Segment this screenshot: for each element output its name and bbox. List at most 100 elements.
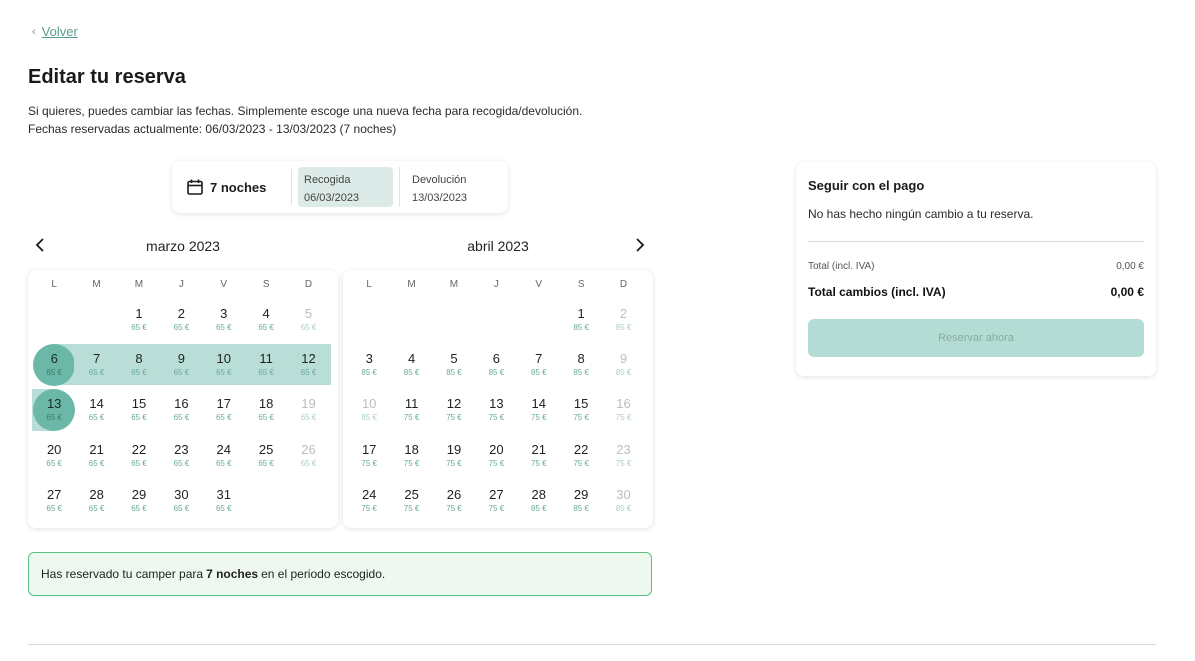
day-cell[interactable]: 18 75 € bbox=[390, 433, 432, 478]
day-price: 85 € bbox=[530, 503, 547, 513]
day-price: 85 € bbox=[488, 368, 505, 378]
day-number: 2 bbox=[177, 306, 185, 321]
total-value: 0,00 € bbox=[1110, 285, 1144, 299]
day-cell[interactable]: 17 75 € bbox=[348, 433, 390, 478]
day-cell[interactable]: 20 65 € bbox=[33, 433, 75, 478]
unavailable-day-cell: 9 85 € bbox=[602, 342, 644, 387]
day-price: 75 € bbox=[446, 413, 462, 423]
day-price: 65 € bbox=[46, 458, 62, 468]
day-cell[interactable]: 8 65 € bbox=[116, 342, 162, 387]
day-cell[interactable]: 4 65 € bbox=[245, 297, 287, 342]
day-cell[interactable]: 21 75 € bbox=[518, 433, 560, 478]
day-cell[interactable]: 11 65 € bbox=[243, 342, 289, 387]
day-cell[interactable]: 7 65 € bbox=[74, 342, 120, 387]
day-cell[interactable]: 12 75 € bbox=[433, 387, 475, 432]
day-number: 17 bbox=[361, 441, 377, 457]
day-cell[interactable]: 5 85 € bbox=[433, 342, 475, 387]
weekday: M bbox=[449, 279, 459, 290]
day-cell[interactable]: 30 65 € bbox=[160, 478, 202, 523]
back-link[interactable]: ‹ Volver bbox=[32, 24, 78, 39]
weekday: M bbox=[407, 279, 416, 290]
day-number: 29 bbox=[131, 486, 147, 502]
day-number: 15 bbox=[131, 396, 147, 412]
day-cell[interactable]: 25 75 € bbox=[390, 478, 432, 523]
book-now-button[interactable]: Reservar ahora bbox=[808, 319, 1144, 357]
day-number: 12 bbox=[446, 396, 462, 412]
day-cell[interactable]: 26 75 € bbox=[433, 478, 475, 523]
day-price: 65 € bbox=[88, 503, 105, 513]
day-cell[interactable]: 31 65 € bbox=[203, 478, 245, 523]
day-cell[interactable]: 27 65 € bbox=[33, 478, 75, 523]
day-cell[interactable]: 14 75 € bbox=[518, 387, 560, 432]
day-price: 75 € bbox=[361, 458, 377, 468]
day-cell[interactable]: 16 65 € bbox=[160, 387, 202, 432]
day-cell[interactable]: 8 85 € bbox=[560, 342, 602, 387]
day-cell[interactable]: 29 85 € bbox=[560, 478, 602, 523]
day-number: 17 bbox=[216, 396, 231, 412]
selected-day-cell[interactable]: 6 65 € bbox=[33, 342, 77, 387]
return-date-field[interactable]: Devolución 13/03/2023 bbox=[399, 167, 499, 207]
day-cell[interactable]: 10 65 € bbox=[201, 342, 247, 387]
day-number: 4 bbox=[262, 306, 270, 321]
return-date: 13/03/2023 bbox=[412, 192, 468, 204]
day-cell[interactable]: 19 75 € bbox=[433, 433, 475, 478]
day-cell[interactable]: 14 65 € bbox=[75, 387, 117, 432]
day-cell[interactable]: 13 75 € bbox=[475, 387, 517, 432]
day-cell[interactable]: 15 75 € bbox=[560, 387, 602, 432]
day-cell[interactable]: 18 65 € bbox=[245, 387, 287, 432]
day-grid: 1 85 €2 85 €3 85 €4 85 €5 85 €6 85 €7 85 €8 85 €… bbox=[343, 297, 653, 523]
day-number: 16 bbox=[174, 396, 189, 412]
day-cell[interactable]: 24 75 € bbox=[348, 478, 390, 523]
weekday: S bbox=[262, 279, 270, 290]
day-cell[interactable]: 23 65 € bbox=[160, 433, 202, 478]
day-cell[interactable]: 28 85 € bbox=[518, 478, 560, 523]
day-cell[interactable]: 22 75 € bbox=[560, 433, 602, 478]
day-price: 65 € bbox=[300, 458, 317, 468]
day-number: 5 bbox=[304, 306, 313, 321]
day-cell[interactable]: 3 85 € bbox=[348, 342, 390, 387]
day-number: 30 bbox=[616, 486, 631, 502]
day-cell[interactable]: 27 75 € bbox=[475, 478, 517, 523]
day-number: 7 bbox=[92, 351, 101, 367]
day-cell[interactable]: 24 65 € bbox=[203, 433, 245, 478]
empty-day-cell bbox=[475, 297, 517, 342]
day-cell[interactable]: 22 65 € bbox=[118, 433, 160, 478]
day-cell[interactable]: 1 85 € bbox=[560, 297, 602, 342]
day-price: 75 € bbox=[488, 458, 505, 468]
day-cell[interactable]: 25 65 € bbox=[245, 433, 287, 478]
day-price: 65 € bbox=[258, 413, 274, 423]
day-number: 8 bbox=[577, 351, 585, 367]
page-title: Editar tu reserva bbox=[28, 66, 186, 88]
day-price: 75 € bbox=[530, 413, 547, 423]
day-cell[interactable]: 6 85 € bbox=[475, 342, 517, 387]
day-price: 65 € bbox=[215, 458, 232, 468]
empty-day-cell bbox=[433, 297, 475, 342]
day-cell[interactable]: 4 85 € bbox=[390, 342, 432, 387]
day-cell[interactable]: 3 65 € bbox=[203, 297, 245, 342]
day-cell[interactable]: 2 65 € bbox=[160, 297, 202, 342]
day-cell[interactable]: 28 65 € bbox=[75, 478, 117, 523]
day-price: 75 € bbox=[403, 458, 420, 468]
next-month-button[interactable] bbox=[630, 236, 648, 254]
day-cell[interactable]: 20 75 € bbox=[475, 433, 517, 478]
day-number: 14 bbox=[89, 396, 104, 412]
day-number: 6 bbox=[50, 351, 58, 367]
day-cell[interactable]: 7 85 € bbox=[518, 342, 560, 387]
day-price: 65 € bbox=[131, 368, 147, 378]
day-price: 85 € bbox=[530, 368, 547, 378]
day-cell[interactable]: 17 65 € bbox=[203, 387, 245, 432]
day-cell[interactable]: 29 65 € bbox=[118, 478, 160, 523]
day-cell[interactable]: 1 65 € bbox=[118, 297, 160, 342]
day-cell[interactable]: 11 75 € bbox=[390, 387, 432, 432]
selected-day-cell[interactable]: 13 65 € bbox=[31, 387, 76, 432]
day-cell[interactable]: 12 65 € bbox=[286, 342, 332, 387]
pickup-date-field[interactable]: Recogida 06/03/2023 bbox=[298, 167, 393, 207]
day-cell[interactable]: 9 65 € bbox=[159, 342, 204, 387]
day-number: 14 bbox=[531, 396, 546, 412]
day-number: 18 bbox=[404, 441, 419, 457]
day-number: 5 bbox=[450, 351, 458, 367]
day-cell[interactable]: 15 65 € bbox=[118, 387, 160, 432]
day-number: 28 bbox=[89, 486, 104, 502]
day-cell[interactable]: 21 65 € bbox=[75, 433, 117, 478]
day-price: 85 € bbox=[573, 323, 589, 332]
